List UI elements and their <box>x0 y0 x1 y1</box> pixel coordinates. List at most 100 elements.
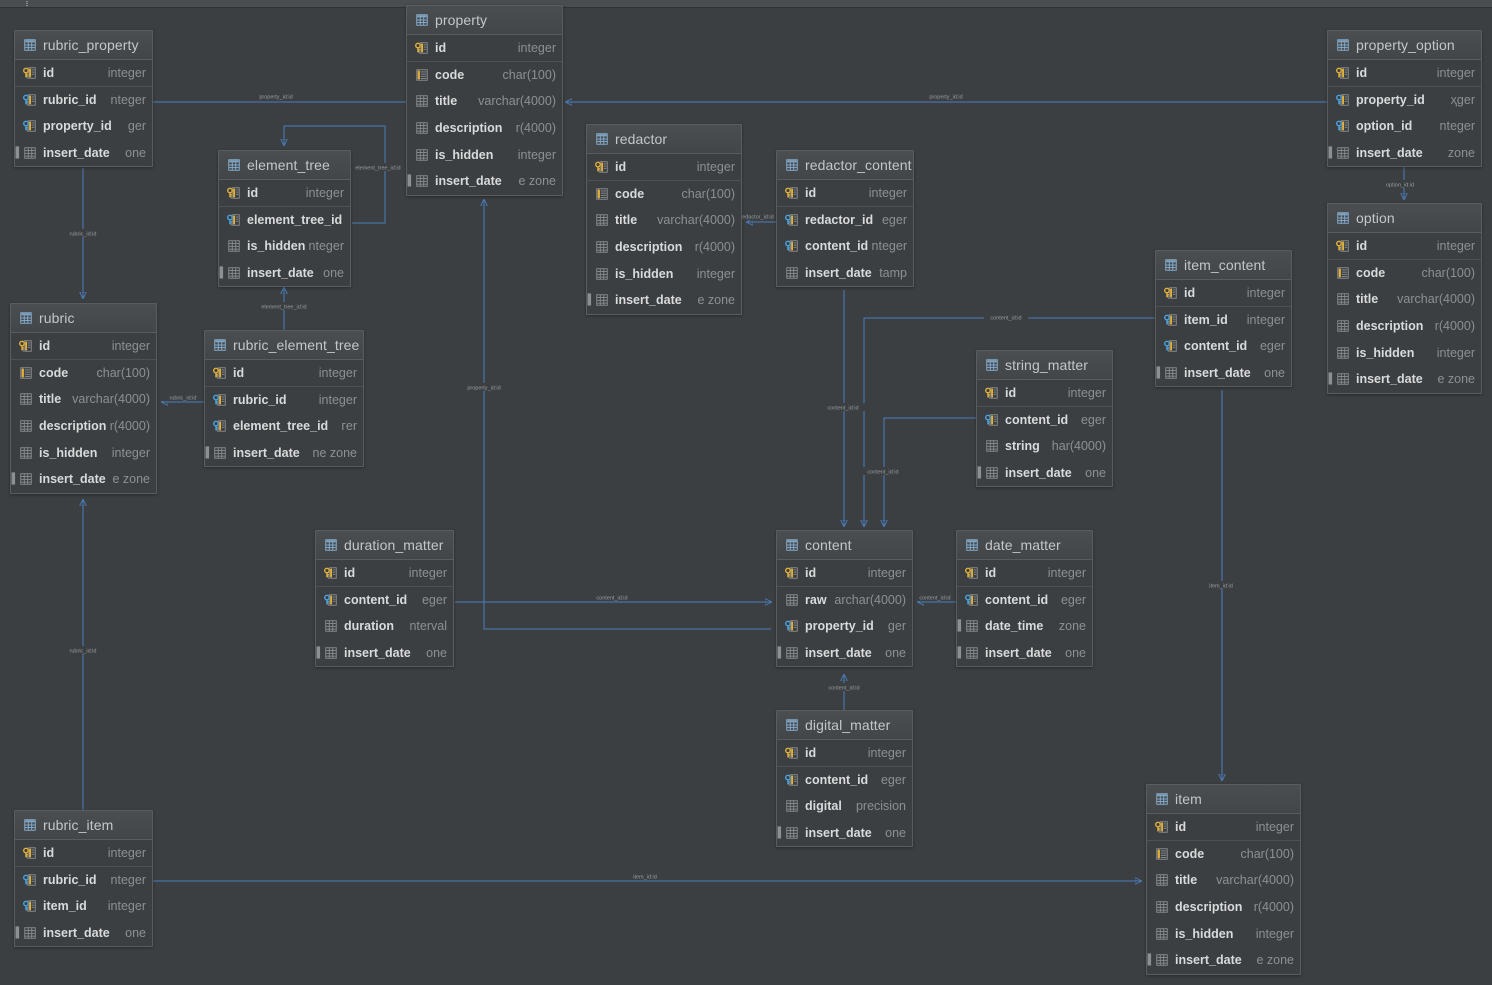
column-row[interactable]: is_hidden integer <box>11 439 156 466</box>
column-row[interactable]: content_id eger <box>777 767 912 794</box>
column-row[interactable]: is_hidden integer <box>1147 920 1300 947</box>
table-header-digital_matter[interactable]: digital_matter <box>777 711 912 740</box>
column-row[interactable]: id integer <box>957 560 1092 587</box>
column-row[interactable]: string har(4000) <box>977 433 1112 460</box>
table-item_content[interactable]: item_content id integer item_id integer conte… <box>1155 250 1292 388</box>
table-item[interactable]: item id integer code char(100) title varchar(4… <box>1146 784 1301 975</box>
table-header-property_option[interactable]: property_option <box>1328 31 1481 60</box>
column-row[interactable]: ▐ insert_date ne zone <box>205 440 363 467</box>
column-row[interactable]: ▐ insert_date е zone <box>587 287 741 314</box>
table-rubric_property[interactable]: rubric_property id integer rubric_id nteger p… <box>14 30 153 168</box>
column-row[interactable]: rubric_id nteger <box>15 87 152 114</box>
column-row[interactable]: description r(4000) <box>1147 894 1300 921</box>
column-row[interactable]: is_hidden nteger <box>219 233 350 260</box>
column-row[interactable]: title varchar(4000) <box>407 88 562 115</box>
table-header-content[interactable]: content <box>777 531 912 560</box>
table-header-duration_matter[interactable]: duration_matter <box>316 531 453 560</box>
table-header-element_tree[interactable]: element_tree <box>219 151 350 180</box>
table-digital_matter[interactable]: digital_matter id integer content_id eger dig… <box>776 710 913 848</box>
table-header-property[interactable]: property <box>407 6 562 35</box>
column-row[interactable]: id integer <box>1156 280 1291 307</box>
column-row[interactable]: content_id nteger <box>777 233 913 260</box>
table-string_matter[interactable]: string_matter id integer content_id eger stri… <box>976 350 1113 488</box>
column-row[interactable]: property_id ger <box>15 113 152 140</box>
column-row[interactable]: title varchar(4000) <box>1328 286 1481 313</box>
column-row[interactable]: code char(100) <box>587 181 741 208</box>
column-row[interactable]: ▐ insert_date one <box>777 820 912 847</box>
column-row[interactable]: content_id eger <box>957 587 1092 614</box>
table-header-item_content[interactable]: item_content <box>1156 251 1291 280</box>
table-rubric[interactable]: rubric id integer code char(100) title varchar… <box>10 303 157 494</box>
column-row[interactable]: id integer <box>777 560 912 587</box>
table-header-option[interactable]: option <box>1328 204 1481 233</box>
column-row[interactable]: id integer <box>1147 814 1300 841</box>
table-rubric_item[interactable]: rubric_item id integer rubric_id nteger item_… <box>14 810 153 948</box>
column-row[interactable]: id integer <box>777 740 912 767</box>
column-row[interactable]: title varchar(4000) <box>1147 867 1300 894</box>
table-content[interactable]: content id integer raw archar(4000) property_… <box>776 530 913 668</box>
column-row[interactable]: title varchar(4000) <box>11 386 156 413</box>
column-row[interactable]: content_id eger <box>1156 333 1291 360</box>
column-row[interactable]: description r(4000) <box>407 115 562 142</box>
column-row[interactable]: ▐ insert_date one <box>1156 360 1291 387</box>
column-row[interactable]: code char(100) <box>407 62 562 89</box>
column-row[interactable]: code char(100) <box>11 360 156 387</box>
column-row[interactable]: description r(4000) <box>1328 313 1481 340</box>
column-row[interactable]: rubric_id integer <box>205 387 363 414</box>
table-property_option[interactable]: property_option id integer property_id ҳger o… <box>1327 30 1482 168</box>
column-row[interactable]: content_id eger <box>316 587 453 614</box>
column-row[interactable]: property_id ger <box>777 613 912 640</box>
column-row[interactable]: ▐ insert_date е zone <box>1328 366 1481 393</box>
column-row[interactable]: description r(4000) <box>11 413 156 440</box>
column-row[interactable]: ▐ date_time zone <box>957 613 1092 640</box>
table-header-string_matter[interactable]: string_matter <box>977 351 1112 380</box>
column-row[interactable]: duration nterval <box>316 613 453 640</box>
table-rubric_element_tree[interactable]: rubric_element_tree id integer rubric_id int… <box>204 330 364 468</box>
column-row[interactable]: option_id nteger <box>1328 113 1481 140</box>
column-row[interactable]: ▐ insert_date е zone <box>407 168 562 195</box>
table-header-rubric[interactable]: rubric <box>11 304 156 333</box>
column-row[interactable]: ▐ insert_date е zone <box>1147 947 1300 974</box>
column-row[interactable]: element_tree_id <box>219 207 350 234</box>
column-row[interactable]: ▐ insert_date one <box>977 460 1112 487</box>
column-row[interactable]: item_id integer <box>1156 307 1291 334</box>
column-row[interactable]: id integer <box>407 35 562 62</box>
column-row[interactable]: code char(100) <box>1328 260 1481 287</box>
column-row[interactable]: code char(100) <box>1147 841 1300 868</box>
column-row[interactable]: id integer <box>219 180 350 207</box>
column-row[interactable]: redactor_id еger <box>777 207 913 234</box>
column-row[interactable]: is_hidden integer <box>1328 339 1481 366</box>
column-row[interactable]: id integer <box>1328 233 1481 260</box>
column-row[interactable]: id integer <box>777 180 913 207</box>
table-header-rubric_element_tree[interactable]: rubric_element_tree <box>205 331 363 360</box>
column-row[interactable]: element_tree_id гer <box>205 413 363 440</box>
table-option[interactable]: option id integer code char(100) title varchar… <box>1327 203 1482 394</box>
column-row[interactable]: raw archar(4000) <box>777 587 912 614</box>
column-row[interactable]: ▐ insert_date zone <box>1328 140 1481 167</box>
column-row[interactable]: ▐ insert_date one <box>777 640 912 667</box>
column-row[interactable]: ▐ insert_date one <box>316 640 453 667</box>
table-date_matter[interactable]: date_matterid integer content_id eger ▐ date_… <box>956 530 1093 668</box>
column-row[interactable]: ▐ insert_date one <box>219 260 350 287</box>
column-row[interactable]: id integer <box>316 560 453 587</box>
table-header-rubric_item[interactable]: rubric_item <box>15 811 152 840</box>
column-row[interactable]: title varchar(4000) <box>587 207 741 234</box>
column-row[interactable]: is_hidden integer <box>587 260 741 287</box>
table-header-redactor[interactable]: redactor <box>587 125 741 154</box>
table-element_tree[interactable]: element_tree id integer element_tree_id is_h… <box>218 150 351 288</box>
table-duration_matter[interactable]: duration_matter id integer content_id eger du… <box>315 530 454 668</box>
er-diagram-canvas[interactable]: property_id:id property_id:id rubric_id:id… <box>0 0 1492 985</box>
column-row[interactable]: ▐ insert_date one <box>15 140 152 167</box>
column-row[interactable]: rubric_id nteger <box>15 867 152 894</box>
column-row[interactable]: digital precision <box>777 793 912 820</box>
table-header-item[interactable]: item <box>1147 785 1300 814</box>
table-redactor_content[interactable]: redactor_content id integer redactor_id еger… <box>776 150 914 288</box>
column-row[interactable]: id integer <box>15 60 152 87</box>
table-header-rubric_property[interactable]: rubric_property <box>15 31 152 60</box>
table-header-redactor_content[interactable]: redactor_content <box>777 151 913 180</box>
column-row[interactable]: id integer <box>977 380 1112 407</box>
column-row[interactable]: id integer <box>205 360 363 387</box>
column-row[interactable]: description r(4000) <box>587 234 741 261</box>
column-row[interactable]: item_id integer <box>15 893 152 920</box>
table-header-date_matter[interactable]: date_matter <box>957 531 1092 560</box>
